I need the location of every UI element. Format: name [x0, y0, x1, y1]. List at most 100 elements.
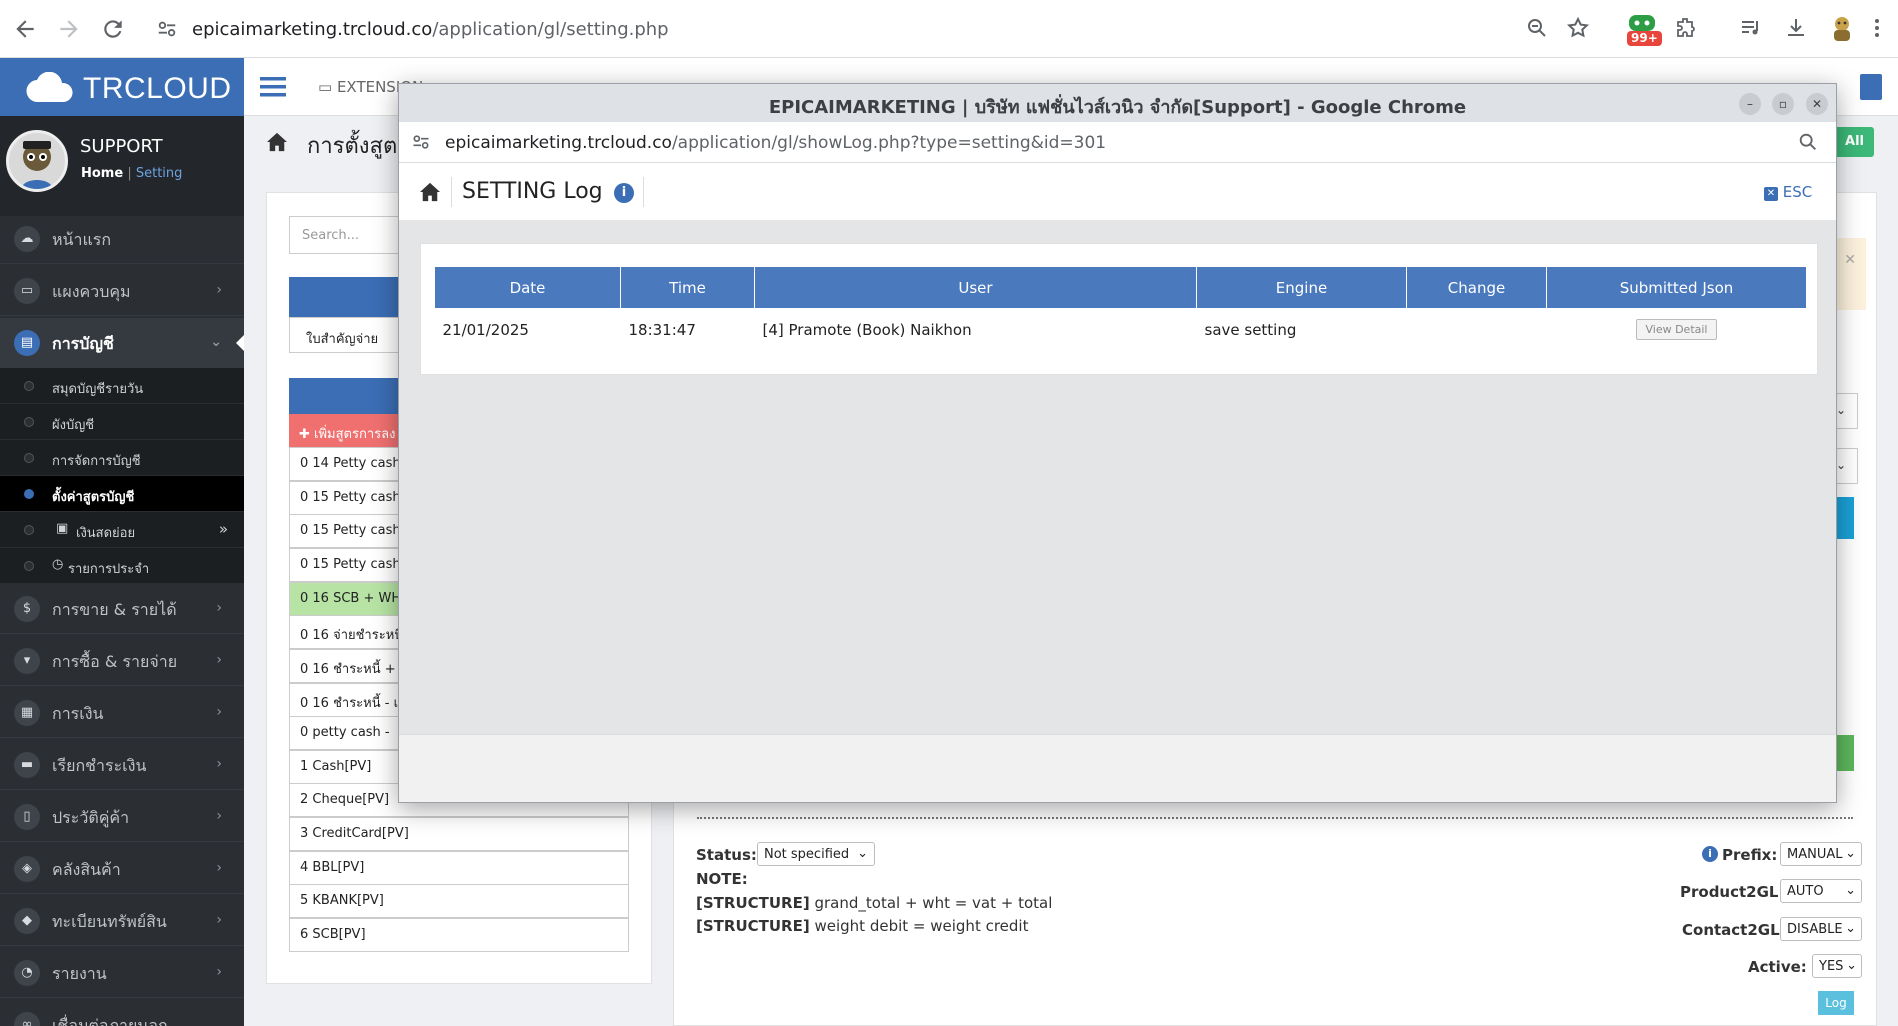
forward-icon[interactable]	[56, 16, 82, 42]
media-queue-icon[interactable]	[1739, 16, 1765, 42]
calculator-icon[interactable]	[1860, 74, 1882, 100]
url-path: /application/gl/showLog.php?type=setting…	[671, 133, 1107, 153]
status-value: Not specified	[764, 847, 850, 862]
close-icon[interactable]: ✕	[1806, 93, 1828, 115]
home-icon[interactable]	[266, 132, 288, 152]
status-label: Status:	[696, 846, 757, 864]
view-detail-button[interactable]: View Detail	[1636, 319, 1717, 341]
product2gl-select[interactable]: AUTO ⌄	[1780, 879, 1862, 903]
structure-text: weight debit = weight credit	[814, 917, 1029, 935]
menu-item-integrations[interactable]: ∞ เชื่อมต่อภายนอก	[0, 1000, 244, 1026]
menu-item-billing[interactable]: ▬ เรียกชำระเงิน ›	[0, 740, 244, 790]
submenu-label: สมุดบัญชีรายวัน	[52, 382, 144, 397]
formula-item[interactable]: 5 KBANK[PV]	[289, 884, 629, 918]
profile-avatar-icon[interactable]	[1829, 14, 1855, 41]
chevron-down-icon: ⌄	[1845, 846, 1856, 861]
cell-change	[1407, 309, 1547, 351]
double-chevron-icon: »	[218, 520, 228, 538]
chevron-down-icon[interactable]: ⌄	[1836, 448, 1858, 484]
column-header-submitted-json[interactable]: Submitted Json	[1546, 266, 1807, 309]
cash-icon: ▣	[56, 521, 69, 536]
formula-item[interactable]: 4 BBL[PV]	[289, 851, 629, 885]
zoom-icon[interactable]	[1525, 16, 1551, 42]
site-settings-icon[interactable]	[156, 18, 178, 40]
chevron-right-icon: ›	[216, 282, 222, 298]
menu-label: การขาย & รายได้	[52, 600, 177, 619]
formula-item[interactable]: 3 CreditCard[PV]	[289, 817, 629, 851]
download-icon[interactable]	[1784, 16, 1810, 42]
contact2gl-select[interactable]: DISABLE ⌄	[1780, 917, 1862, 941]
zoom-icon[interactable]	[1797, 131, 1819, 153]
bullet-icon	[24, 417, 34, 427]
active-value: YES	[1819, 959, 1844, 974]
submenu-petty-cash[interactable]: ▣ เงินสดย่อย »	[0, 512, 244, 548]
prefix-select[interactable]: MANUAL ⌄	[1780, 842, 1862, 866]
blue-action-button[interactable]	[1836, 497, 1854, 539]
menu-item-accounting[interactable]: ▤ การบัญชี ⌄	[0, 318, 244, 368]
breadcrumb-home[interactable]: Home	[81, 166, 123, 181]
green-action-button[interactable]	[1836, 735, 1854, 771]
brand-logo[interactable]: TRCLOUD	[0, 58, 244, 116]
popup-address-bar[interactable]: epicaimarketing.trcloud.co/application/g…	[399, 122, 1836, 163]
menu-item-purchase[interactable]: ▾ การซื้อ & รายจ่าย ›	[0, 636, 244, 686]
menu-item-contacts[interactable]: ▯ ประวัติคู่ค้า ›	[0, 792, 244, 842]
chevron-right-icon: ›	[216, 808, 222, 824]
home-icon[interactable]	[419, 182, 441, 202]
menu-item-sales[interactable]: $ การขาย & รายได้ ›	[0, 584, 244, 634]
popup-footer	[399, 734, 1836, 802]
formula-item[interactable]: 6 SCB[PV]	[289, 918, 629, 952]
close-box-icon: ✕	[1764, 187, 1778, 201]
back-icon[interactable]	[12, 16, 38, 42]
maximize-icon[interactable]: ▫	[1772, 93, 1794, 115]
bookmark-star-icon[interactable]	[1566, 16, 1592, 42]
submenu-chart-of-accounts[interactable]: ผังบัญชี	[0, 404, 244, 440]
popup-url[interactable]: epicaimarketing.trcloud.co/application/g…	[445, 133, 1106, 153]
submenu-account-management[interactable]: การจัดการบัญชี	[0, 440, 244, 476]
prefix-value: MANUAL	[1787, 847, 1843, 862]
submenu-formula-setting[interactable]: ตั้งค่าสูตรบัญชี	[0, 476, 244, 512]
dollar-icon: $	[14, 596, 40, 622]
submenu-recurring[interactable]: ◷ รายการประจำ	[0, 548, 244, 584]
extensions-puzzle-icon[interactable]	[1674, 16, 1700, 42]
column-header-date[interactable]: Date	[434, 266, 621, 309]
status-select[interactable]: Not specified ⌄	[757, 842, 875, 866]
popup-titlebar[interactable]: EPICAIMARKETING | บริษัท แฟชั่นไวส์เวนิว…	[399, 84, 1836, 122]
site-settings-icon[interactable]	[411, 132, 431, 152]
column-header-time[interactable]: Time	[620, 266, 755, 309]
menu-item-reports[interactable]: ◔ รายงาน ›	[0, 948, 244, 998]
address-bar[interactable]: epicaimarketing.trcloud.co/application/g…	[142, 8, 1612, 50]
info-icon[interactable]: i	[1702, 846, 1718, 862]
column-header-user[interactable]: User	[754, 266, 1197, 309]
bullet-icon	[24, 489, 34, 499]
hamburger-menu-icon[interactable]	[260, 76, 286, 98]
breadcrumb-separator: |	[127, 166, 132, 181]
avatar[interactable]	[6, 130, 68, 192]
menu-item-assets[interactable]: ◆ ทะเบียนทรัพย์สิน ›	[0, 896, 244, 946]
breadcrumb-setting[interactable]: Setting	[136, 166, 183, 181]
active-select[interactable]: YES ⌄	[1812, 954, 1862, 978]
minimize-icon[interactable]: –	[1739, 93, 1761, 115]
menu-item-inventory[interactable]: ◈ คลังสินค้า ›	[0, 844, 244, 894]
chevron-down-icon: ⌄	[1846, 958, 1857, 973]
sidebar: TRCLOUD SUPPORT Home | Setting ☁ หน้าแรก …	[0, 58, 244, 1026]
info-icon[interactable]: i	[614, 183, 634, 203]
column-header-change[interactable]: Change	[1406, 266, 1547, 309]
log-button[interactable]: Log	[1818, 991, 1854, 1015]
contact2gl-value: DISABLE	[1787, 922, 1843, 937]
chrome-menu-icon[interactable]	[1872, 16, 1898, 42]
breadcrumb: Home | Setting	[81, 166, 182, 181]
address-url[interactable]: epicaimarketing.trcloud.co/application/g…	[192, 19, 669, 40]
menu-item-home[interactable]: ☁ หน้าแรก	[0, 214, 244, 264]
menu-item-dashboard[interactable]: ▭ แผงควบคุม ›	[0, 266, 244, 316]
monitor-icon: ▭	[14, 278, 40, 304]
chevron-down-icon[interactable]: ⌄	[1836, 393, 1858, 429]
menu-item-finance[interactable]: ▦ การเงิน ›	[0, 688, 244, 738]
browser-toolbar: epicaimarketing.trcloud.co/application/g…	[0, 0, 1898, 58]
esc-button[interactable]: ✕ ESC	[1764, 183, 1812, 201]
chevron-right-icon: ›	[216, 600, 222, 616]
active-label: Active:	[1748, 958, 1807, 976]
submenu-journal[interactable]: สมุดบัญชีรายวัน	[0, 368, 244, 404]
chart-icon: ◔	[14, 960, 40, 986]
reload-icon[interactable]	[100, 16, 126, 42]
column-header-engine[interactable]: Engine	[1196, 266, 1407, 309]
